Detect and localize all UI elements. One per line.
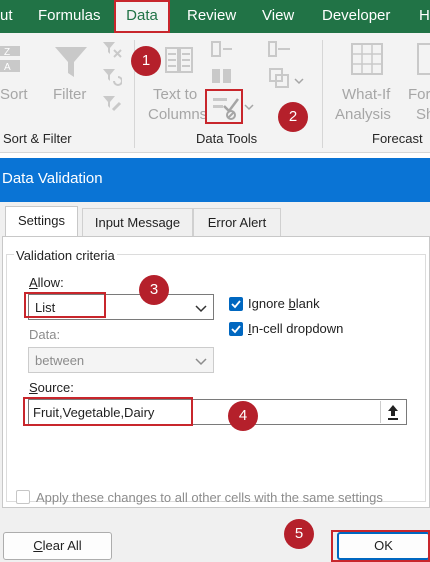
ignore-blank-pre: Ignore xyxy=(248,296,289,311)
validation-criteria-label: Validation criteria xyxy=(14,248,117,263)
what-if-analysis-icon[interactable] xyxy=(350,42,384,76)
flash-fill-icon[interactable] xyxy=(211,40,233,58)
ignore-blank-post: lank xyxy=(295,296,320,311)
allow-label-text: llow: xyxy=(37,275,64,290)
chevron-down-icon-2[interactable] xyxy=(294,74,304,85)
clear-all-accel: C xyxy=(33,538,43,553)
in-cell-dropdown-label[interactable]: In-cell dropdown xyxy=(248,321,343,336)
what-if-label-2[interactable]: Analysis xyxy=(335,106,391,123)
what-if-label-1[interactable]: What-If xyxy=(342,86,390,103)
sort-button[interactable]: Sort xyxy=(0,86,28,103)
filter-button[interactable]: Filter xyxy=(53,86,86,103)
in-cell-dropdown-checkbox[interactable] xyxy=(229,322,243,336)
apply-all-checkbox xyxy=(16,490,30,504)
step-badge-4: 4 xyxy=(228,401,258,431)
tab-formulas[interactable]: Formulas xyxy=(38,0,101,33)
step-badge-3: 3 xyxy=(139,275,169,305)
remove-duplicates-icon[interactable] xyxy=(211,67,233,85)
ignore-blank-accel: b xyxy=(288,296,296,311)
collapse-range-icon[interactable] xyxy=(380,401,404,423)
clear-filter-icon[interactable] xyxy=(102,40,122,60)
ok-highlight xyxy=(331,530,430,562)
clear-all-text: lear All xyxy=(42,538,82,553)
group-label-sort-filter: Sort & Filter xyxy=(3,131,72,146)
chevron-down-icon-data xyxy=(194,355,208,366)
step-badge-2: 2 xyxy=(278,102,308,132)
data-validation-highlight xyxy=(205,89,243,124)
relationships-icon[interactable] xyxy=(268,67,292,91)
tab-view[interactable]: View xyxy=(262,0,294,33)
group-label-data-tools: Data Tools xyxy=(196,131,258,146)
allow-highlight xyxy=(24,292,106,318)
tab-settings[interactable]: Settings xyxy=(5,206,78,238)
group-label-forecast: Forecast xyxy=(372,131,423,146)
tab-help-partial[interactable]: H xyxy=(419,0,430,33)
allow-label: Allow: xyxy=(29,275,64,290)
filter-icon[interactable] xyxy=(53,44,89,80)
text-to-columns-icon[interactable] xyxy=(164,44,194,76)
forecast-sheet-icon[interactable] xyxy=(416,42,430,76)
ignore-blank-checkbox[interactable] xyxy=(229,297,243,311)
dialog-title-bar: Data Validation xyxy=(0,158,430,202)
data-select-value: between xyxy=(35,353,85,368)
data-label: Data: xyxy=(29,327,61,342)
tab-home-partial[interactable]: ut xyxy=(0,0,13,33)
ignore-blank-label[interactable]: Ignore blank xyxy=(248,296,320,311)
advanced-filter-icon[interactable] xyxy=(102,94,122,114)
tab-data-highlight xyxy=(114,0,170,33)
svg-text:Z: Z xyxy=(4,47,10,58)
chevron-down-icon-allow[interactable] xyxy=(194,302,208,313)
svg-text:A: A xyxy=(4,62,11,73)
tab-review[interactable]: Review xyxy=(187,0,236,33)
step-badge-5: 5 xyxy=(284,519,314,549)
forecast-label-1[interactable]: Fore xyxy=(408,86,430,103)
clear-all-button[interactable]: Clear All xyxy=(3,532,112,560)
sort-icon[interactable]: Z A xyxy=(0,44,26,76)
source-label: Source: xyxy=(29,380,74,395)
text-to-columns-label-1[interactable]: Text to xyxy=(153,86,197,103)
step-badge-1: 1 xyxy=(131,46,161,76)
data-select: between xyxy=(28,347,214,373)
apply-all-label: Apply these changes to all other cells w… xyxy=(36,490,383,505)
group-separator-2 xyxy=(322,40,323,148)
in-cell-dropdown-text: n-cell dropdown xyxy=(251,321,344,336)
tab-developer[interactable]: Developer xyxy=(322,0,390,33)
allow-label-accel: A xyxy=(29,275,38,290)
forecast-label-2[interactable]: Sh xyxy=(416,106,430,123)
tab-input-message[interactable]: Input Message xyxy=(82,208,193,238)
consolidate-icon[interactable] xyxy=(268,40,292,58)
source-label-accel: S xyxy=(29,380,38,395)
source-label-text: ource: xyxy=(37,380,74,395)
source-highlight xyxy=(23,397,193,426)
tab-error-alert[interactable]: Error Alert xyxy=(193,208,281,238)
text-to-columns-label-2[interactable]: Columns xyxy=(148,106,207,123)
chevron-down-icon[interactable] xyxy=(244,100,254,111)
reapply-icon[interactable] xyxy=(102,67,123,87)
